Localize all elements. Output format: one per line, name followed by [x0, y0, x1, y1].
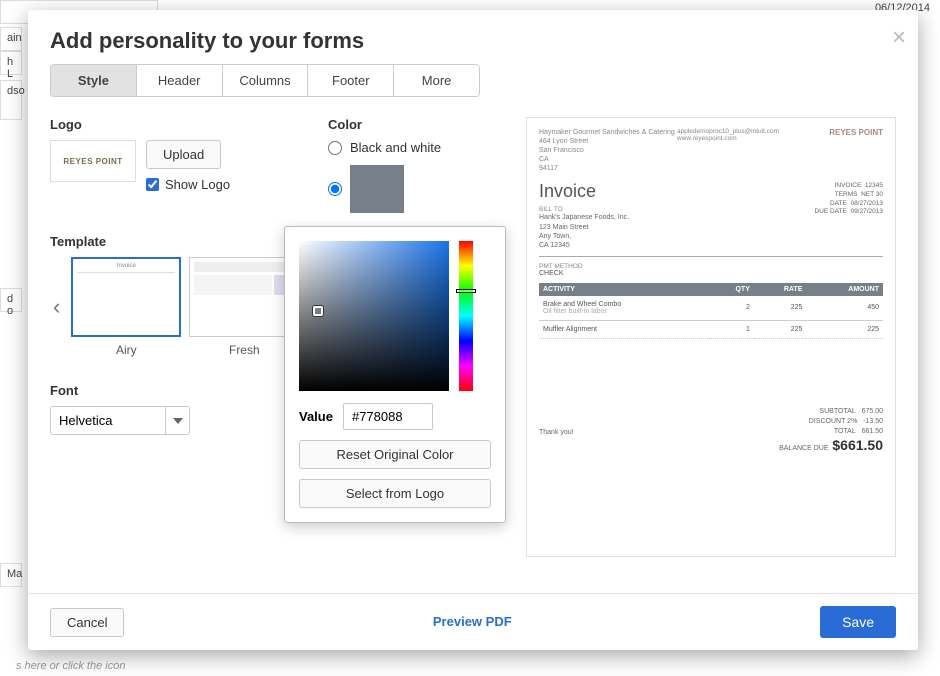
template-label-airy: Airy	[71, 343, 181, 357]
font-select[interactable]: Helvetica	[50, 406, 190, 435]
template-label-fresh: Fresh	[189, 343, 299, 357]
preview-thanks: Thank you!	[539, 429, 574, 436]
col-qty: QTY	[710, 283, 754, 296]
bg-row-frag: Ma	[0, 563, 22, 587]
saturation-value-canvas[interactable]	[299, 241, 449, 391]
font-section-label: Font	[50, 383, 310, 398]
font-select-value: Helvetica	[51, 407, 165, 434]
preview-company-state: CA	[539, 155, 883, 164]
color-value-input[interactable]	[343, 403, 433, 430]
bg-row-frag: dso	[0, 80, 22, 120]
preview-pmt-value: CHECK	[539, 270, 883, 277]
close-icon[interactable]: ×	[892, 24, 906, 52]
table-row: Brake and Wheel ComboOil filter built-in…	[539, 296, 883, 321]
preview-company-zip: 94117	[539, 164, 883, 173]
template-prev-icon[interactable]: ‹	[50, 294, 63, 320]
col-activity: ACTIVITY	[539, 283, 710, 296]
color-picker-popup: Value Reset Original Color Select from L…	[284, 226, 506, 523]
tab-footer[interactable]: Footer	[308, 65, 394, 96]
preview-logo: REYES POINT	[829, 128, 883, 137]
show-logo-checkbox-row[interactable]: Show Logo	[146, 177, 230, 192]
show-logo-label: Show Logo	[165, 177, 230, 192]
tabs-bar: Style Header Columns Footer More	[50, 64, 480, 97]
col-amount: AMOUNT	[806, 283, 883, 296]
invoice-preview: REYES POINT Haymaker Gourmet Sandwiches …	[526, 117, 896, 557]
preview-company-city: San Francisco	[539, 146, 883, 155]
modal-title: Add personality to your forms	[28, 10, 918, 64]
save-button[interactable]: Save	[820, 606, 896, 638]
tab-more[interactable]: More	[394, 65, 479, 96]
color-custom-radio-row[interactable]	[328, 165, 508, 213]
color-bw-radio[interactable]	[328, 141, 342, 155]
cancel-button[interactable]: Cancel	[50, 608, 124, 637]
bg-row-frag: d o	[0, 288, 22, 312]
preview-billto-statezip: CA 12345	[539, 241, 883, 250]
tab-header[interactable]: Header	[137, 65, 223, 96]
preview-company-email: appledemoproc10_plus@intuit.com	[677, 128, 779, 135]
logo-brand-text: REYES POINT	[63, 157, 122, 166]
select-from-logo-button[interactable]: Select from Logo	[299, 479, 491, 508]
color-section-label: Color	[328, 117, 508, 132]
tab-style[interactable]: Style	[51, 65, 137, 96]
logo-section-label: Logo	[50, 117, 310, 132]
hue-cursor[interactable]	[456, 289, 476, 293]
reset-color-button[interactable]: Reset Original Color	[299, 440, 491, 469]
bg-row-frag: ain	[0, 27, 22, 51]
upload-button[interactable]: Upload	[146, 140, 221, 169]
template-thumb-fresh	[189, 257, 299, 337]
chevron-down-icon[interactable]	[165, 407, 189, 434]
template-option-fresh[interactable]: Fresh	[189, 257, 299, 357]
hue-slider[interactable]	[459, 241, 473, 391]
preview-totals: SUBTOTAL 675.00 DISCOUNT 2% -13.50 TOTAL…	[779, 407, 883, 456]
preview-billto-addr: 123 Main Street	[539, 223, 883, 232]
preview-line-items-table: ACTIVITY QTY RATE AMOUNT Brake and Wheel…	[539, 283, 883, 339]
bg-row-frag: h L	[0, 51, 22, 75]
bg-hint-text: s here or click the icon	[16, 660, 125, 672]
template-thumb-airy: Invoice	[71, 257, 181, 337]
preview-pdf-link[interactable]: Preview PDF	[433, 614, 512, 629]
tab-columns[interactable]: Columns	[223, 65, 309, 96]
table-row: Muffler Alignment 1 225 225	[539, 320, 883, 338]
saturation-cursor[interactable]	[313, 306, 323, 316]
modal-footer: Cancel Preview PDF Save	[28, 593, 918, 650]
logo-thumbnail[interactable]: REYES POINT	[50, 140, 136, 182]
preview-company-site: www.reyespoint.com	[677, 135, 779, 142]
preview-pmt-label: PMT METHOD	[539, 263, 883, 270]
preview-meta: INVOICE 12345 TERMS NET 30 DATE 08/27/20…	[814, 182, 883, 217]
color-value-label: Value	[299, 409, 333, 424]
col-rate: RATE	[754, 283, 807, 296]
customize-forms-modal: × Add personality to your forms Style He…	[28, 10, 918, 650]
color-bw-radio-row[interactable]: Black and white	[328, 140, 508, 155]
color-bw-label: Black and white	[350, 140, 441, 155]
preview-billto-city: Any Town,	[539, 232, 883, 241]
color-custom-radio[interactable]	[328, 182, 342, 196]
show-logo-checkbox[interactable]	[146, 178, 159, 191]
template-section-label: Template	[50, 234, 310, 249]
template-option-airy[interactable]: Invoice Airy	[71, 257, 181, 357]
color-swatch[interactable]	[350, 165, 404, 213]
